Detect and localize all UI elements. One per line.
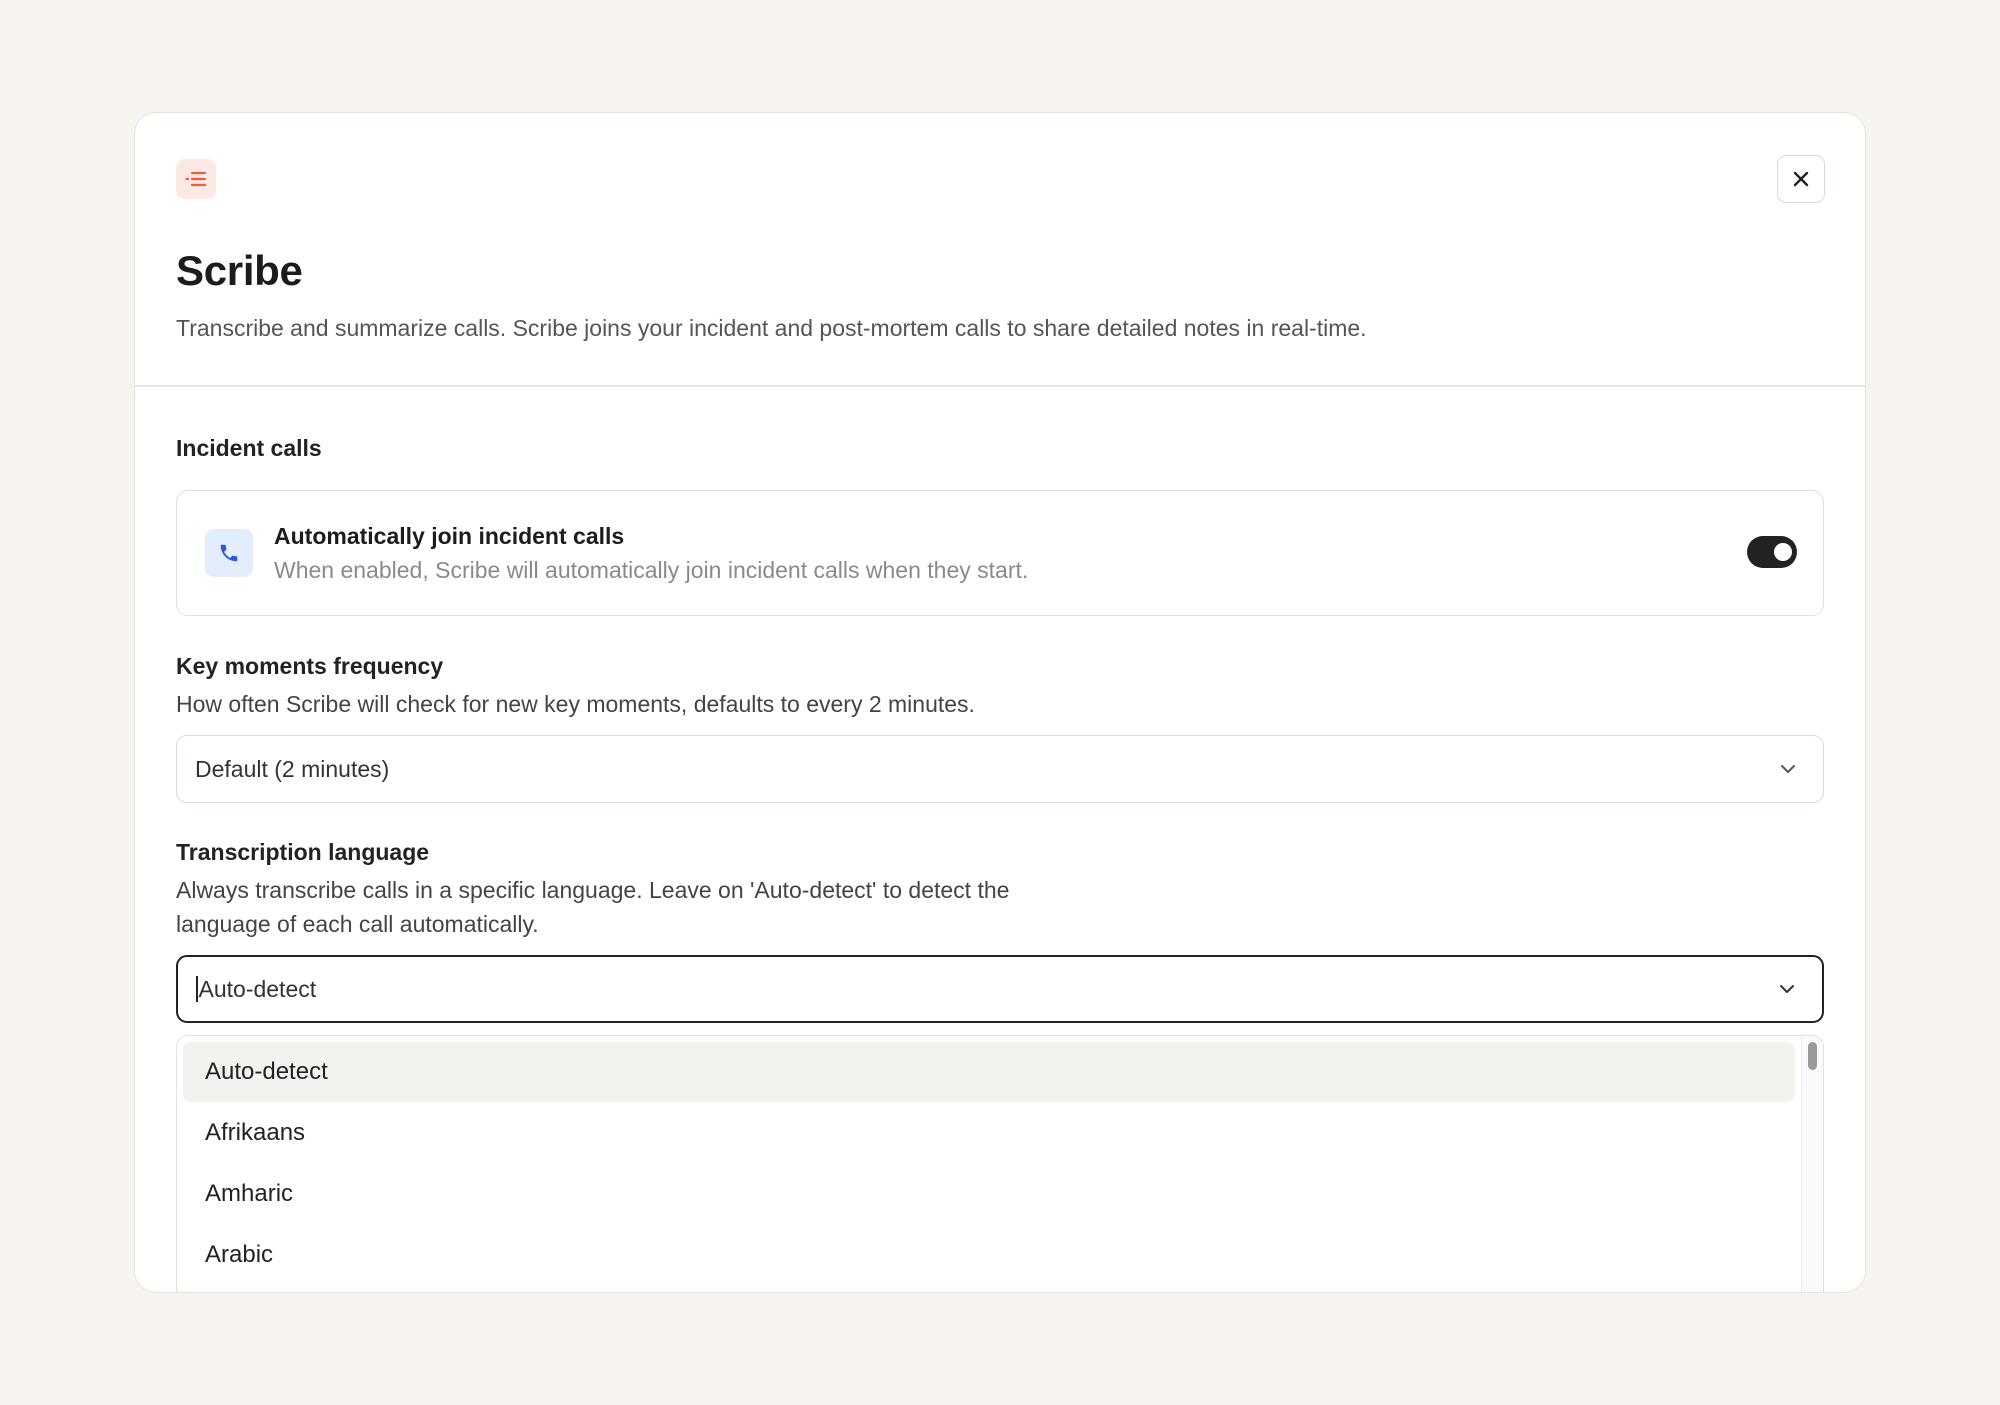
transcription-language-input[interactable]: Auto-detect: [176, 955, 1824, 1023]
text-caret: [196, 976, 198, 1002]
list-icon: [176, 159, 216, 199]
auto-join-card: Automatically join incident calls When e…: [176, 490, 1824, 616]
scribe-modal: Scribe Transcribe and summarize calls. S…: [134, 112, 1866, 1293]
language-option-arabic[interactable]: Arabic: [183, 1225, 1795, 1285]
language-option-afrikaans[interactable]: Afrikaans: [183, 1103, 1795, 1163]
close-icon: [1793, 171, 1809, 187]
language-dropdown: Auto-detect Afrikaans Amharic Arabic: [176, 1035, 1824, 1292]
auto-join-description: When enabled, Scribe will automatically …: [274, 557, 1029, 583]
phone-icon: [205, 529, 253, 577]
chevron-down-icon: [1780, 985, 1794, 993]
modal-subtitle: Transcribe and summarize calls. Scribe j…: [176, 315, 1367, 341]
key-moments-heading: Key moments frequency: [176, 653, 444, 679]
transcription-language-value: Auto-detect: [198, 975, 317, 1002]
auto-join-title: Automatically join incident calls: [274, 523, 625, 549]
toggle-knob: [1774, 543, 1792, 561]
incident-calls-heading: Incident calls: [176, 435, 322, 461]
close-button[interactable]: [1777, 155, 1825, 203]
language-option-auto-detect[interactable]: Auto-detect: [183, 1042, 1795, 1102]
modal-title: Scribe: [176, 247, 303, 294]
key-moments-select[interactable]: Default (2 minutes): [176, 735, 1824, 803]
language-option-amharic[interactable]: Amharic: [183, 1164, 1795, 1224]
key-moments-description: How often Scribe will check for new key …: [176, 691, 975, 717]
chevron-down-icon: [1781, 765, 1795, 773]
key-moments-selected-value: Default (2 minutes): [195, 755, 390, 782]
description-line: Always transcribe calls in a specific la…: [176, 877, 1010, 903]
modal-header: Scribe Transcribe and summarize calls. S…: [135, 113, 1865, 387]
transcription-language-heading: Transcription language: [176, 839, 430, 865]
transcription-language-description: Always transcribe calls in a specific la…: [176, 873, 1009, 941]
auto-join-toggle[interactable]: [1747, 536, 1797, 568]
dropdown-scrollbar[interactable]: [1801, 1036, 1823, 1292]
scrollbar-thumb[interactable]: [1808, 1042, 1817, 1070]
description-line: language of each call automatically.: [176, 911, 539, 937]
